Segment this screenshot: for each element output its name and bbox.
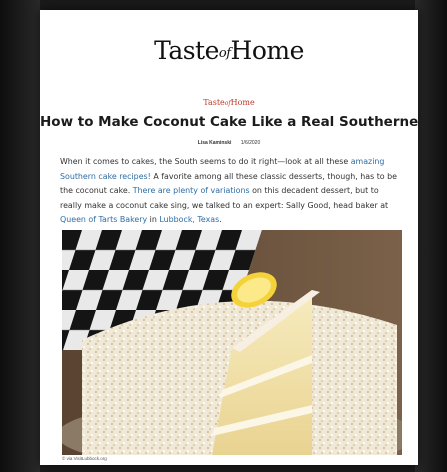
publish-date: 1/6/2020 (240, 140, 261, 146)
section-brand-mark: TasteofHome (40, 98, 418, 107)
logo-word-taste: Taste (154, 36, 219, 65)
author-name[interactable]: Lisa Kaminski (198, 140, 232, 146)
article-link[interactable]: Lubbock, Texas (159, 215, 219, 224)
subbrand-word-taste: Taste (203, 98, 225, 107)
logo-word-home: Home (230, 36, 305, 65)
taste-of-home-logo[interactable]: TasteofHome (40, 36, 418, 65)
article-page: TasteofHome TasteofHome How to Make Coco… (40, 10, 418, 465)
subbrand-word-home: Home (230, 98, 255, 107)
article-link[interactable]: Queen of Tarts Bakery (60, 215, 147, 224)
byline: Lisa Kaminski 1/6/2020 (40, 140, 418, 146)
coconut-cake-illustration (62, 230, 402, 455)
photo-credit: © via VisitLubbock.org (62, 456, 107, 461)
backdrop-right (415, 0, 447, 472)
article-body: When it comes to cakes, the South seems … (60, 155, 400, 228)
logo-word-of: of (218, 46, 231, 61)
body-text-segment: When it comes to cakes, the South seems … (60, 157, 351, 166)
body-text-segment: in (147, 215, 160, 225)
body-text-segment: . (219, 215, 222, 225)
coconut-cake-photo (62, 230, 402, 455)
backdrop-left (0, 0, 40, 472)
article-title: How to Make Coconut Cake Like a Real Sou… (40, 114, 418, 130)
article-link[interactable]: There are plenty of variations (133, 186, 250, 195)
